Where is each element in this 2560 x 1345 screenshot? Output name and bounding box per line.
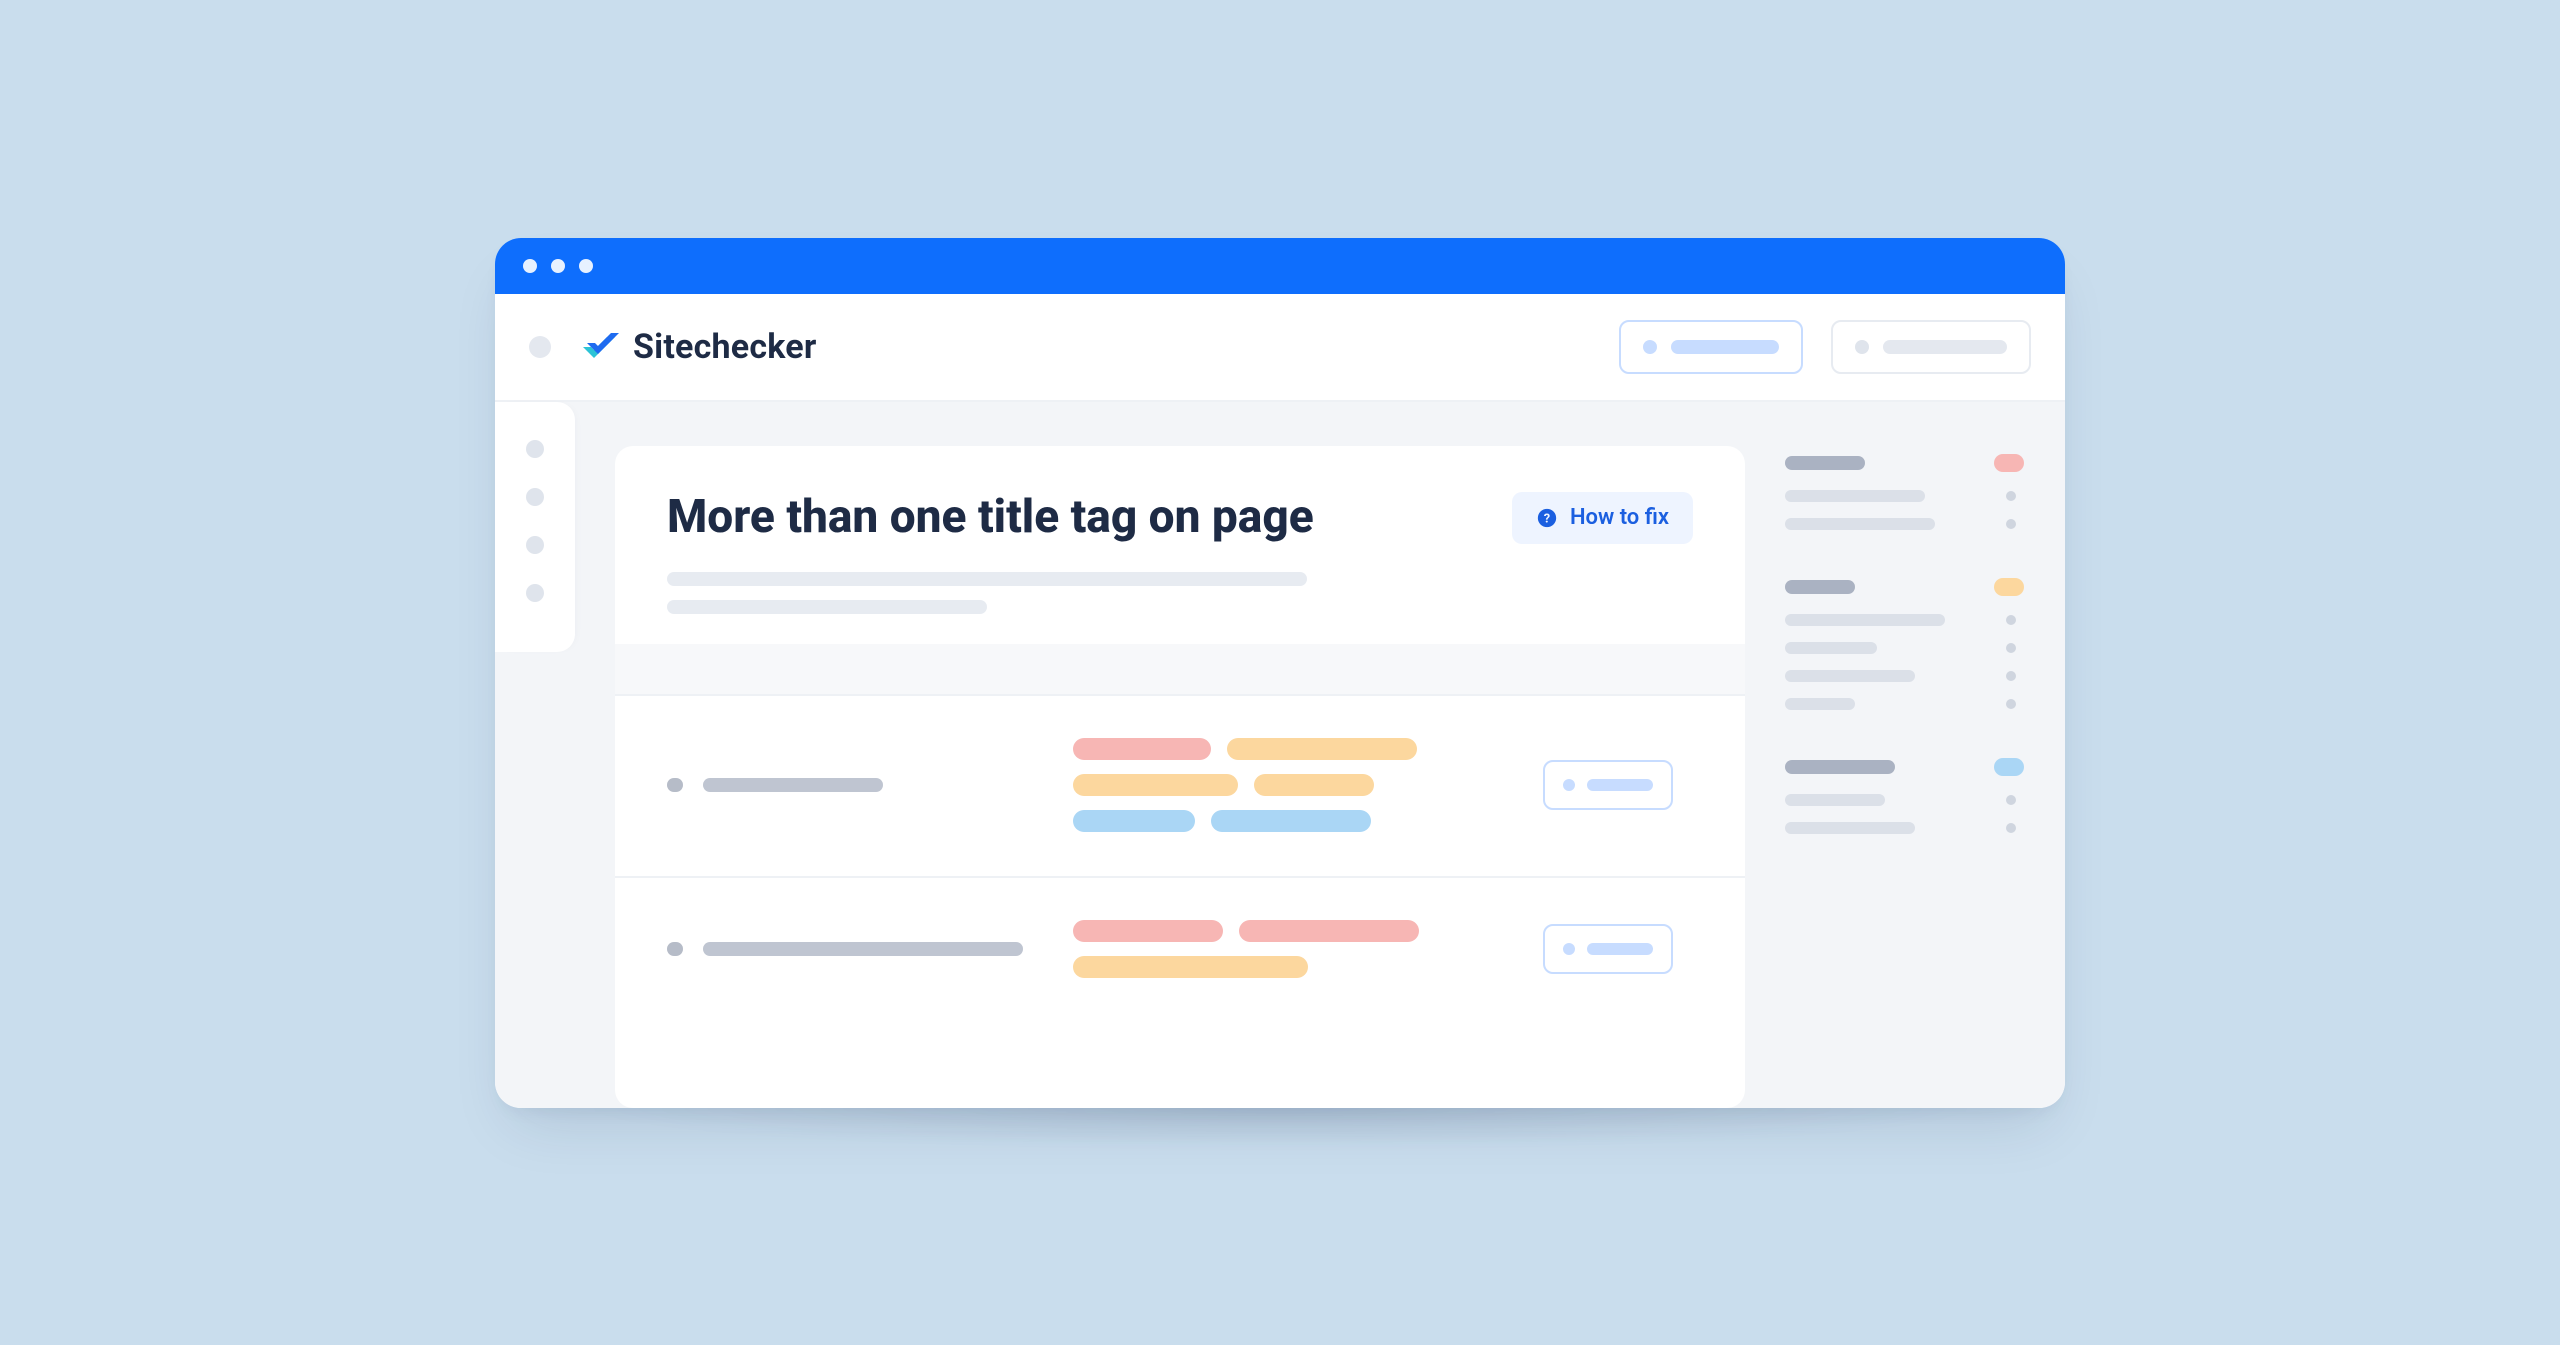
svg-text:?: ? bbox=[1544, 511, 1550, 526]
aside-item[interactable] bbox=[1785, 794, 2030, 806]
issue-description-skeleton bbox=[667, 572, 1693, 614]
aside-heading-placeholder bbox=[1785, 580, 1855, 594]
count-dot bbox=[2006, 491, 2016, 501]
issue-panel: More than one title tag on page ? How to… bbox=[615, 446, 1745, 1108]
aside-item[interactable] bbox=[1785, 490, 2030, 502]
placeholder-bar bbox=[667, 600, 987, 614]
placeholder-bar bbox=[1883, 340, 2007, 354]
panel-header: More than one title tag on page ? How to… bbox=[615, 446, 1745, 644]
aside-item[interactable] bbox=[1785, 518, 2030, 530]
placeholder-dot bbox=[1643, 340, 1657, 354]
placeholder-dot bbox=[1855, 340, 1869, 354]
aside-group bbox=[1785, 454, 2030, 530]
row-title-placeholder bbox=[703, 778, 883, 792]
placeholder-bar bbox=[1785, 670, 1915, 682]
window-control-min[interactable] bbox=[551, 259, 565, 273]
aside-item[interactable] bbox=[1785, 698, 2030, 710]
placeholder-bar bbox=[1785, 822, 1915, 834]
aside-group bbox=[1785, 578, 2030, 710]
app-window: Sitechecker bbox=[495, 238, 2065, 1108]
placeholder-bar bbox=[1785, 518, 1935, 530]
status-pill bbox=[1994, 454, 2024, 472]
count-dot bbox=[2006, 671, 2016, 681]
sidebar bbox=[495, 402, 575, 652]
table-header-band bbox=[615, 644, 1745, 694]
row-tags bbox=[1073, 920, 1507, 978]
row-title-placeholder bbox=[703, 942, 1023, 956]
issue-row[interactable] bbox=[615, 694, 1745, 876]
placeholder-bar bbox=[667, 572, 1307, 586]
help-icon: ? bbox=[1536, 507, 1558, 529]
placeholder-bar bbox=[1587, 943, 1653, 955]
count-dot bbox=[2006, 519, 2016, 529]
placeholder-dot bbox=[1563, 943, 1575, 955]
count-dot bbox=[2006, 823, 2016, 833]
aside-group bbox=[1785, 758, 2030, 834]
brand[interactable]: Sitechecker bbox=[579, 327, 816, 367]
tag bbox=[1254, 774, 1374, 796]
placeholder-bar bbox=[1785, 698, 1855, 710]
placeholder-bar bbox=[1785, 642, 1877, 654]
tag bbox=[1073, 774, 1238, 796]
menu-icon[interactable] bbox=[529, 336, 551, 358]
aside-item[interactable] bbox=[1785, 670, 2030, 682]
placeholder-bar bbox=[1785, 614, 1945, 626]
row-bullet-icon bbox=[667, 778, 683, 792]
placeholder-dot bbox=[1563, 779, 1575, 791]
issue-title: More than one title tag on page bbox=[667, 492, 1314, 543]
header-button-primary[interactable] bbox=[1619, 320, 1803, 374]
brand-name: Sitechecker bbox=[633, 327, 816, 367]
aside-item[interactable] bbox=[1785, 642, 2030, 654]
window-control-max[interactable] bbox=[579, 259, 593, 273]
placeholder-bar bbox=[1587, 779, 1653, 791]
tag bbox=[1073, 956, 1308, 978]
aside-item[interactable] bbox=[1785, 614, 2030, 626]
aside-heading-placeholder bbox=[1785, 456, 1865, 470]
tag bbox=[1239, 920, 1419, 942]
aside-item[interactable] bbox=[1785, 822, 2030, 834]
aside-heading-placeholder bbox=[1785, 760, 1895, 774]
sidebar-item[interactable] bbox=[526, 488, 544, 506]
placeholder-bar bbox=[1785, 490, 1925, 502]
placeholder-bar bbox=[1785, 794, 1885, 806]
tag bbox=[1073, 920, 1223, 942]
window-control-close[interactable] bbox=[523, 259, 537, 273]
sidebar-item[interactable] bbox=[526, 584, 544, 602]
how-to-fix-button[interactable]: ? How to fix bbox=[1512, 492, 1693, 544]
app-body: More than one title tag on page ? How to… bbox=[495, 402, 2065, 1108]
count-dot bbox=[2006, 615, 2016, 625]
count-dot bbox=[2006, 643, 2016, 653]
row-bullet-icon bbox=[667, 942, 683, 956]
window-titlebar bbox=[495, 238, 2065, 294]
status-pill bbox=[1994, 758, 2024, 776]
placeholder-bar bbox=[1671, 340, 1779, 354]
app-header: Sitechecker bbox=[495, 294, 2065, 402]
row-tags bbox=[1073, 738, 1507, 832]
how-to-fix-label: How to fix bbox=[1570, 505, 1669, 530]
tag bbox=[1073, 810, 1195, 832]
logo-check-icon bbox=[579, 327, 619, 367]
sidebar-item[interactable] bbox=[526, 536, 544, 554]
row-action-button[interactable] bbox=[1543, 924, 1673, 974]
row-action-button[interactable] bbox=[1543, 760, 1673, 810]
issue-row[interactable] bbox=[615, 876, 1745, 1022]
sidebar-item[interactable] bbox=[526, 440, 544, 458]
count-dot bbox=[2006, 699, 2016, 709]
status-pill bbox=[1994, 578, 2024, 596]
header-button-secondary[interactable] bbox=[1831, 320, 2031, 374]
content: More than one title tag on page ? How to… bbox=[575, 402, 2065, 1108]
aside bbox=[1785, 446, 2030, 1108]
tag bbox=[1073, 738, 1211, 760]
tag bbox=[1227, 738, 1417, 760]
count-dot bbox=[2006, 795, 2016, 805]
tag bbox=[1211, 810, 1371, 832]
